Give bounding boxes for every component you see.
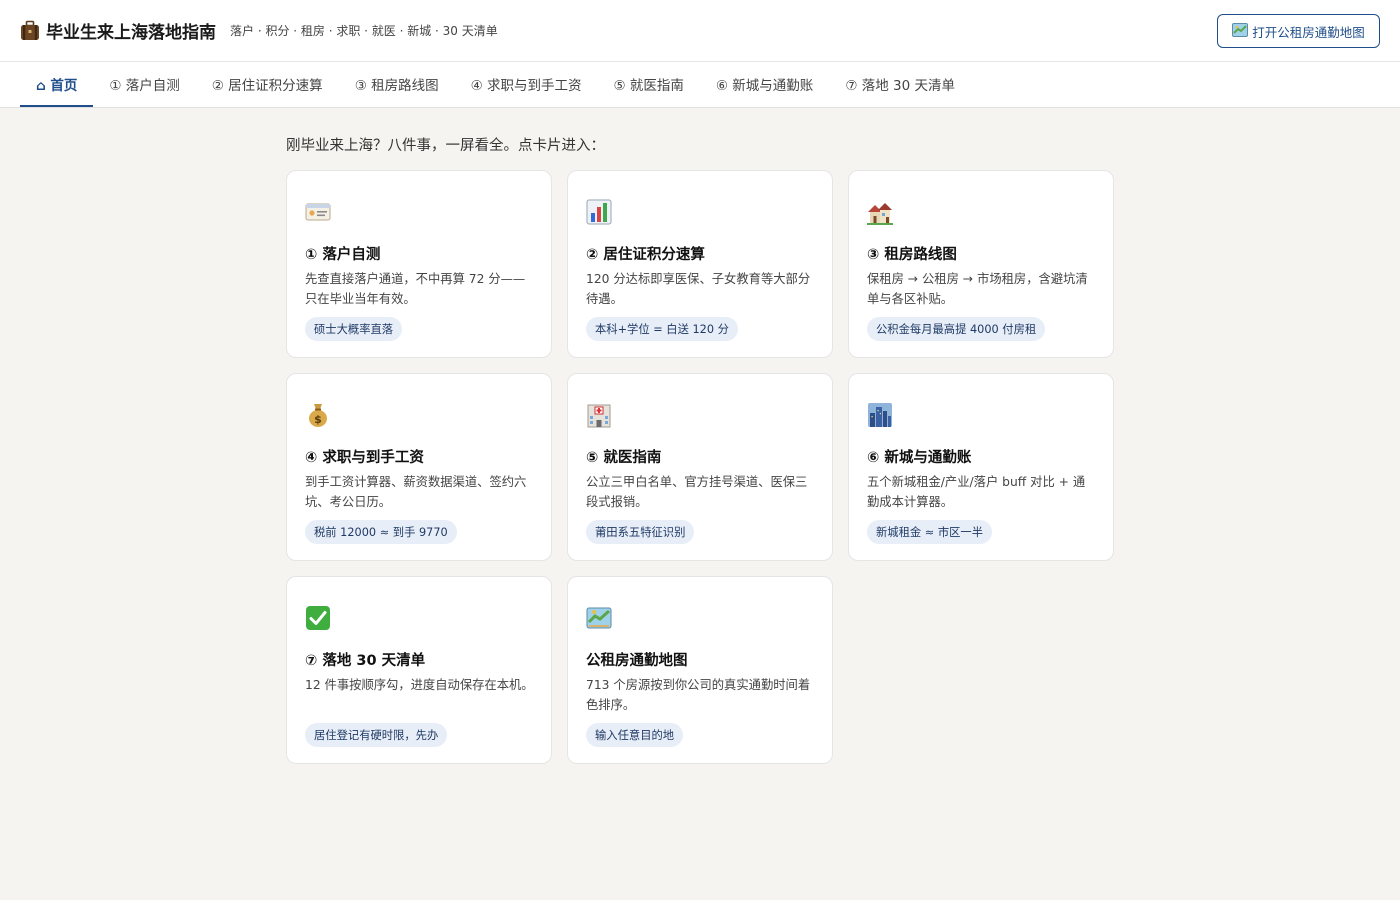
card-description: 五个新城租金/产业/落户 buff 对比 + 通勤成本计算器。 xyxy=(867,475,1086,509)
app-subtitle: 落户 · 积分 · 租房 · 求职 · 就医 · 新城 · 30 天清单 xyxy=(230,24,498,38)
check-box-icon xyxy=(305,605,331,631)
bar-chart-icon xyxy=(586,199,612,225)
card-title: ⑦ 落地 30 天清单 xyxy=(305,653,426,669)
card-title: ① 落户自测 xyxy=(305,247,381,263)
card-title: ⑥ 新城与通勤账 xyxy=(867,450,972,466)
tab-home[interactable]: ⌂ 首页 xyxy=(20,62,94,107)
card-tag: 莆田系五特征识别 xyxy=(586,520,695,544)
card-description: 到手工资计算器、薪资数据渠道、签约六坑、考公日历。 xyxy=(305,475,527,509)
card-tag: 公积金每月最高提 4000 付房租 xyxy=(867,317,1046,341)
card-tag: 本科+学位 = 白送 120 分 xyxy=(586,317,738,341)
map-icon xyxy=(1232,22,1249,40)
nav-tabs: ⌂ 首页 ① 落户自测 ② 居住证积分速算 ③ 租房路线图 ④ 求职与到手工资 … xyxy=(0,62,1400,108)
card-medical-guide[interactable]: ⑤ 就医指南 公立三甲白名单、官方挂号渠道、医保三段式报销。 莆田系五特征识别 xyxy=(567,373,833,561)
card-tag: 硕士大概率直落 xyxy=(305,317,403,341)
card-description: 保租房 → 公租房 → 市场租房，含避坑清单与各区补贴。 xyxy=(867,272,1088,306)
map-icon xyxy=(586,605,612,631)
card-description: 公立三甲白名单、官方挂号渠道、医保三段式报销。 xyxy=(586,475,808,509)
card-grid: ① 落户自测 先查直接落户通道，不中再算 72 分——只在毕业当年有效。 硕士大… xyxy=(286,170,1114,764)
card-hukou-test[interactable]: ① 落户自测 先查直接落户通道，不中再算 72 分——只在毕业当年有效。 硕士大… xyxy=(286,170,552,358)
card-tag: 税前 12000 ≈ 到手 9770 xyxy=(305,520,457,544)
card-commute-map[interactable]: 公租房通勤地图 713 个房源按到你公司的真实通勤时间着色排序。 输入任意目的地 xyxy=(567,576,833,764)
open-commute-map-button[interactable]: 打开公租房通勤地图 xyxy=(1217,14,1380,48)
card-tag: 输入任意目的地 xyxy=(586,723,684,747)
card-description: 120 分达标即享医保、子女教育等大部分待遇。 xyxy=(586,272,811,306)
card-residence-points[interactable]: ② 居住证积分速算 120 分达标即享医保、子女教育等大部分待遇。 本科+学位 … xyxy=(567,170,833,358)
suitcase-icon xyxy=(20,20,40,42)
card-title: 公租房通勤地图 xyxy=(586,653,688,669)
tab-hukou-test[interactable]: ① 落户自测 xyxy=(93,62,195,107)
card-title: ③ 租房路线图 xyxy=(867,247,957,263)
intro-text: 刚毕业来上海？八件事，一屏看全。点卡片进入： xyxy=(286,138,605,154)
card-description: 713 个房源按到你公司的真实通勤时间着色排序。 xyxy=(586,678,811,712)
tab-residence-points[interactable]: ② 居住证积分速算 xyxy=(196,62,339,107)
card-30-day-checklist[interactable]: ⑦ 落地 30 天清单 12 件事按顺序勾，进度自动保存在本机。 居住登记有硬时… xyxy=(286,576,552,764)
svg-text:$: $ xyxy=(314,413,322,426)
card-new-towns-commute[interactable]: ⑥ 新城与通勤账 五个新城租金/产业/落户 buff 对比 + 通勤成本计算器。… xyxy=(848,373,1114,561)
open-commute-map-label: 打开公租房通勤地图 xyxy=(1252,24,1365,40)
tab-renting-roadmap[interactable]: ③ 租房路线图 xyxy=(339,62,455,107)
card-description: 12 件事按顺序勾，进度自动保存在本机。 xyxy=(305,678,534,692)
card-jobs-salary[interactable]: $ ④ 求职与到手工资 到手工资计算器、薪资数据渠道、签约六坑、考公日历。 税前… xyxy=(286,373,552,561)
card-title: ② 居住证积分速算 xyxy=(586,247,705,263)
houses-icon xyxy=(867,199,893,225)
id-card-icon xyxy=(305,199,331,225)
card-description: 先查直接落户通道，不中再算 72 分——只在毕业当年有效。 xyxy=(305,272,526,306)
card-tag: 居住登记有硬时限，先办 xyxy=(305,723,448,747)
card-tag: 新城租金 ≈ 市区一半 xyxy=(867,520,993,544)
tab-30-day-checklist[interactable]: ⑦ 落地 30 天清单 xyxy=(829,62,971,107)
card-renting-roadmap[interactable]: ③ 租房路线图 保租房 → 公租房 → 市场租房，含避坑清单与各区补贴。 公积金… xyxy=(848,170,1114,358)
app-title: 毕业生来上海落地指南 xyxy=(46,23,216,43)
city-icon xyxy=(867,402,893,428)
top-bar: 毕业生来上海落地指南 落户 · 积分 · 租房 · 求职 · 就医 · 新城 ·… xyxy=(0,0,1400,62)
card-title: ⑤ 就医指南 xyxy=(586,450,662,466)
hospital-icon xyxy=(586,402,612,428)
money-bag-icon: $ xyxy=(305,402,331,428)
tab-jobs-salary[interactable]: ④ 求职与到手工资 xyxy=(455,62,598,107)
card-title: ④ 求职与到手工资 xyxy=(305,450,424,466)
tab-medical-guide[interactable]: ⑤ 就医指南 xyxy=(598,62,700,107)
tab-new-towns-commute[interactable]: ⑥ 新城与通勤账 xyxy=(700,62,829,107)
